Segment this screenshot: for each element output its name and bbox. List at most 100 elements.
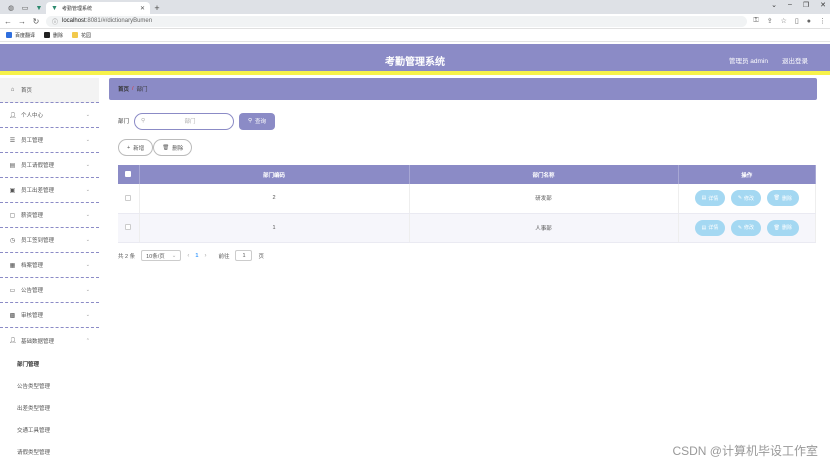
- bookmark-icon: [44, 32, 51, 38]
- search-button[interactable]: ⚲ 查询: [239, 112, 276, 130]
- browser-tab-active[interactable]: ▼ 考勤管理系统 ✕: [46, 2, 150, 14]
- detail-button[interactable]: ▤ 详情: [694, 219, 726, 236]
- new-tab-button[interactable]: +: [150, 2, 164, 14]
- cell-actions: ▤ 详情 ✎ 修改 🗑︎ 删除: [678, 213, 816, 243]
- delete-button[interactable]: 🗑︎ 删除: [766, 190, 799, 207]
- suitcase-icon: ▣: [9, 187, 16, 194]
- url-field[interactable]: ⓘ localhost:8081/#/dictionaryBumen: [46, 15, 748, 27]
- menu-icon[interactable]: ⋮: [819, 17, 826, 25]
- detail-icon: ▤: [701, 224, 707, 231]
- browser-actions: ⚿ ⇪ ☆ ▯ ● ⋮: [753, 17, 826, 25]
- sidebar-item-archive[interactable]: ▦ 档案管理 ⌄: [0, 253, 99, 278]
- tab-title: 考勤管理系统: [61, 5, 92, 12]
- detail-icon: ▤: [701, 195, 707, 202]
- edit-button[interactable]: ✎ 修改: [730, 190, 762, 207]
- sidebar-subitem-trip-type[interactable]: 出差类型管理: [0, 397, 99, 419]
- vue-favicon-icon: ▼: [51, 4, 58, 12]
- delete-button[interactable]: 🗑︎ 删除: [766, 219, 799, 236]
- column-header-actions: 操作: [678, 165, 816, 184]
- sidebar-subitem-notice-type[interactable]: 公告类型管理: [0, 375, 99, 397]
- forward-icon[interactable]: →: [18, 17, 26, 26]
- bookmark-item[interactable]: 百度翻译: [6, 32, 35, 39]
- profile-icon[interactable]: ●: [807, 18, 811, 25]
- action-row: + 新增 🗑︎ 删除: [109, 139, 817, 157]
- breadcrumb-home[interactable]: 首页: [118, 85, 129, 93]
- minimize-icon[interactable]: –: [788, 1, 792, 9]
- sidebar-item-profile[interactable]: 👤︎ 个人中心 ⌄: [0, 103, 99, 128]
- pager-total: 共 2 条: [118, 253, 136, 260]
- department-search-input[interactable]: ⚲ 部门: [134, 112, 235, 130]
- chevron-down-icon: ⌄: [85, 287, 90, 293]
- cell-name: 研发部: [409, 184, 679, 214]
- search-label: 部门: [118, 119, 130, 125]
- edit-button[interactable]: ✎ 修改: [730, 219, 762, 236]
- sidepanel-icon[interactable]: ▯: [795, 17, 799, 25]
- close-tab-icon[interactable]: ✕: [140, 5, 145, 12]
- pagination: 共 2 条 10条/页 ⌄ ‹ 1 › 前往 1 页: [118, 250, 817, 262]
- prev-page-icon[interactable]: ‹: [187, 253, 189, 259]
- page-size-select[interactable]: 10条/页 ⌄: [141, 250, 182, 261]
- edit-icon: ✎: [737, 195, 743, 202]
- edit-icon: ✎: [737, 224, 743, 231]
- chevron-down-icon: ⌄: [85, 237, 90, 243]
- next-page-icon[interactable]: ›: [204, 253, 206, 259]
- breadcrumb-current: 部门: [136, 87, 148, 93]
- goto-page-input[interactable]: 1: [235, 250, 253, 261]
- vue-tab-icon[interactable]: ▼: [32, 2, 46, 14]
- sidebar-item-trip[interactable]: ▣ 员工出差管理 ⌄: [0, 178, 99, 203]
- row-select-cell: [118, 213, 140, 243]
- detail-button[interactable]: ▤ 详情: [694, 190, 726, 207]
- trash-icon: 🗑︎: [773, 224, 780, 231]
- restore-icon[interactable]: ❐: [803, 1, 809, 9]
- batch-delete-button[interactable]: 🗑︎ 删除: [153, 139, 193, 156]
- share-icon[interactable]: ⇪: [767, 17, 773, 25]
- url-host: localhost: [62, 18, 86, 24]
- chevron-down-icon: ⌄: [85, 137, 90, 143]
- sidebar-item-employees[interactable]: ☰ 员工管理 ⌄: [0, 128, 99, 153]
- globe-icon[interactable]: ◍: [4, 2, 18, 14]
- chevron-down-icon: ⌄: [85, 262, 90, 268]
- star-icon[interactable]: ☆: [781, 17, 787, 25]
- chevron-down-icon[interactable]: ⌄: [771, 1, 777, 9]
- document-icon: ▤: [9, 162, 16, 169]
- cell-code: 1: [139, 213, 410, 243]
- page-number-current[interactable]: 1: [195, 253, 198, 259]
- sidebar-item-basedata[interactable]: 👤︎ 基础数据管理 ⌃: [0, 328, 99, 353]
- key-icon[interactable]: ⚿: [753, 17, 758, 25]
- search-icon: ⚲: [141, 118, 146, 124]
- search-placeholder: 部门: [184, 119, 196, 125]
- page-unit: 页: [258, 253, 264, 260]
- sidebar-item-checkin[interactable]: ◷ 员工签到管理 ⌄: [0, 228, 99, 253]
- back-icon[interactable]: ←: [4, 17, 12, 26]
- sidebar-subitem-leave-type[interactable]: 请假类型管理: [0, 441, 99, 463]
- sidebar-item-notice[interactable]: ▭ 公告管理 ⌄: [0, 278, 99, 303]
- user-icon: 👤︎: [9, 338, 17, 344]
- bookmark-item[interactable]: 删除: [44, 32, 63, 39]
- sidebar-item-review[interactable]: ▩ 审核管理 ⌄: [0, 303, 99, 328]
- breadcrumb: 首页 / 部门: [109, 78, 817, 100]
- row-checkbox[interactable]: [125, 195, 132, 202]
- add-button[interactable]: + 新增: [118, 139, 154, 156]
- search-icon: ⚲: [248, 118, 253, 124]
- sidebar-item-salary[interactable]: ▢ 薪资管理 ⌄: [0, 203, 99, 228]
- sidebar-item-leave[interactable]: ▤ 员工请假管理 ⌄: [0, 153, 99, 178]
- reload-icon[interactable]: ↻: [32, 17, 40, 26]
- column-header-code[interactable]: 部门编码: [139, 165, 410, 184]
- row-checkbox[interactable]: [125, 224, 132, 231]
- cell-code: 2: [139, 184, 410, 214]
- user-label: 管理员 admin: [728, 58, 768, 65]
- close-window-icon[interactable]: ✕: [820, 1, 826, 9]
- select-all-checkbox[interactable]: [125, 171, 132, 178]
- bookmark-item[interactable]: 花园: [72, 32, 91, 39]
- trash-icon: 🗑︎: [162, 144, 170, 151]
- sidebar: ⌂ 首页 👤︎ 个人中心 ⌄ ☰ 员工管理 ⌄ ▤ 员工请假管理 ⌄ ▣ 员工出差管理 ⌄ ▢ 薪资…: [0, 78, 99, 465]
- cell-actions: ▤ 详情 ✎ 修改 🗑︎ 删除: [678, 184, 816, 214]
- ticket-icon: ▭: [9, 287, 16, 294]
- column-header-name[interactable]: 部门名称: [409, 165, 679, 184]
- sidebar-item-home[interactable]: ⌂ 首页: [0, 78, 99, 103]
- sidebar-subitem-vehicle[interactable]: 交通工具管理: [0, 419, 99, 441]
- sidebar-subitem-department[interactable]: 部门管理: [0, 353, 99, 375]
- info-icon[interactable]: ⓘ: [52, 17, 58, 26]
- blank-tab-icon[interactable]: ▭: [18, 2, 32, 14]
- logout-link[interactable]: 退出登录: [782, 55, 808, 65]
